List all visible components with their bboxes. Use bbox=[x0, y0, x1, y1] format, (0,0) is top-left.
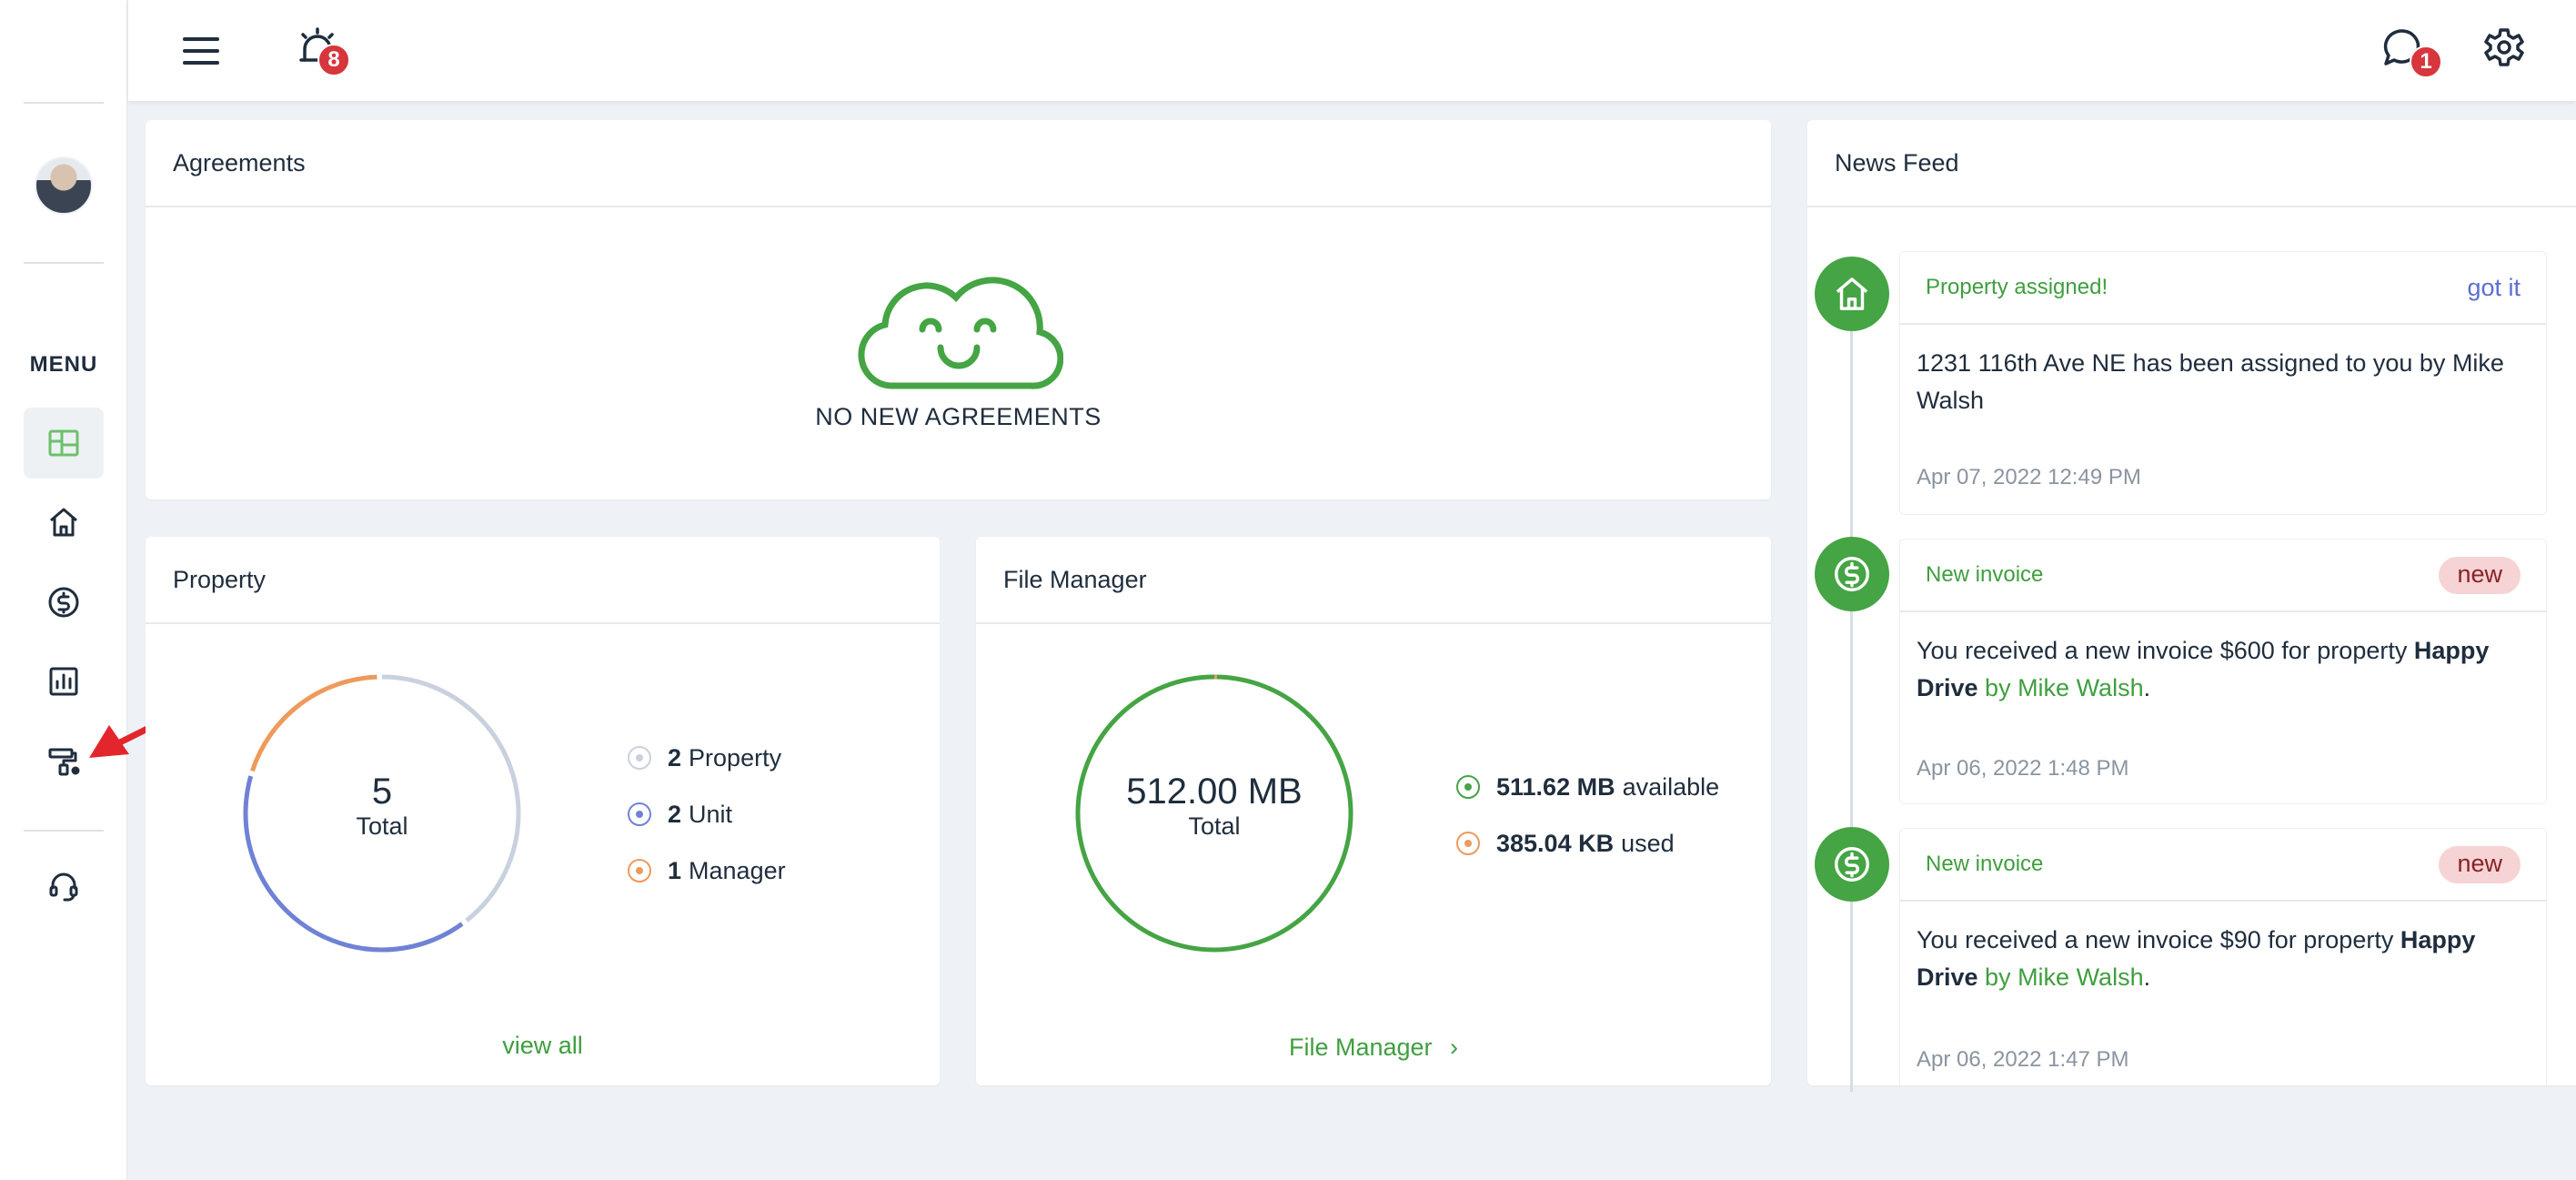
feed-item-icon bbox=[1815, 257, 1889, 331]
dollar-circle-icon bbox=[1835, 847, 1869, 882]
notifications-badge: 8 bbox=[317, 44, 350, 76]
timeline-line bbox=[1850, 300, 1853, 1092]
headset-icon bbox=[49, 872, 78, 902]
feed-item-body: You received a new invoice $600 for prop… bbox=[1917, 637, 2490, 701]
file-manager-card: File Manager 512.00 MB Total 511.62 MB av… bbox=[976, 537, 1771, 1085]
dollar-circle-icon bbox=[48, 587, 79, 618]
new-badge: new bbox=[2439, 845, 2521, 883]
gear-icon bbox=[2484, 28, 2524, 66]
legend-dot-icon bbox=[628, 746, 651, 770]
property-total-value: 5 bbox=[371, 772, 393, 812]
storage-total-label: Total bbox=[1188, 812, 1241, 840]
legend-dot-icon bbox=[1456, 832, 1480, 855]
notifications-button[interactable]: 8 bbox=[290, 20, 350, 76]
bar-chart-icon bbox=[49, 667, 78, 696]
sidebar-item-properties[interactable] bbox=[24, 487, 104, 558]
card-title: Agreements bbox=[146, 120, 1771, 207]
sidebar-divider bbox=[24, 262, 104, 264]
property-legend: 2 Property 2 Unit 1 Manager bbox=[628, 730, 786, 899]
sidebar-item-dashboard[interactable] bbox=[24, 408, 104, 479]
legend-item-manager: 1 Manager bbox=[628, 842, 786, 899]
menu-label: MENU bbox=[29, 352, 98, 377]
legend-item-unit: 2 Unit bbox=[628, 786, 786, 842]
new-badge: new bbox=[2439, 556, 2521, 594]
empty-state-text: NO NEW AGREEMENTS bbox=[815, 403, 1102, 430]
feed-item-title: Property assigned! bbox=[1926, 275, 2108, 299]
view-all-link[interactable]: view all bbox=[146, 1032, 940, 1060]
card-title: News Feed bbox=[1807, 120, 2576, 207]
feed-item: New invoice new You received a new invoi… bbox=[1899, 828, 2547, 1085]
messages-button[interactable]: 1 bbox=[2375, 20, 2442, 78]
sidebar-item-support[interactable] bbox=[24, 851, 104, 922]
legend-item-property: 2 Property bbox=[628, 730, 786, 786]
legend-dot-icon bbox=[628, 859, 651, 882]
card-title: File Manager bbox=[976, 537, 1771, 624]
sidebar: MENU bbox=[0, 0, 127, 1180]
property-total-label: Total bbox=[356, 812, 408, 840]
storage-donut-chart: 512.00 MB Total bbox=[1072, 671, 1356, 955]
got-it-link[interactable]: got it bbox=[2467, 274, 2521, 302]
hamburger-icon bbox=[183, 37, 219, 65]
home-icon bbox=[1836, 277, 1868, 310]
property-donut-chart: 5 Total bbox=[240, 671, 524, 955]
legend-item-available: 511.62 MB available bbox=[1456, 759, 1719, 815]
feed-item-time: Apr 06, 2022 1:47 PM bbox=[1917, 1047, 2129, 1072]
dollar-circle-icon bbox=[1835, 557, 1869, 591]
home-icon bbox=[50, 508, 77, 537]
user-link[interactable]: by Mike Walsh bbox=[1978, 963, 2144, 991]
dashboard-icon bbox=[48, 429, 79, 457]
card-title: Property bbox=[146, 537, 940, 624]
user-link[interactable]: by Mike Walsh bbox=[1978, 674, 2144, 701]
feed-item-body: You received a new invoice $90 for prope… bbox=[1917, 926, 2476, 991]
feed-item: New invoice new You received a new invoi… bbox=[1899, 539, 2547, 804]
legend-item-used: 385.04 KB used bbox=[1456, 815, 1719, 872]
avatar[interactable] bbox=[35, 156, 93, 215]
menu-toggle-button[interactable] bbox=[174, 24, 228, 78]
feed-item-icon bbox=[1815, 537, 1889, 611]
chevron-right-icon: › bbox=[1450, 1034, 1459, 1061]
file-manager-link[interactable]: File Manager › bbox=[976, 1034, 1771, 1062]
feed-item: Property assigned! got it 1231 116th Ave… bbox=[1899, 251, 2547, 515]
feed-item-title: New invoice bbox=[1926, 562, 2044, 587]
paint-roller-icon bbox=[48, 748, 80, 776]
storage-legend: 511.62 MB available 385.04 KB used bbox=[1456, 759, 1719, 872]
feed-item-body: 1231 116th Ave NE has been assigned to y… bbox=[1917, 349, 2504, 414]
legend-dot-icon bbox=[628, 802, 651, 826]
legend-dot-icon bbox=[1456, 775, 1480, 799]
storage-total-value: 512.00 MB bbox=[1126, 772, 1303, 812]
settings-button[interactable] bbox=[2477, 20, 2531, 75]
sidebar-divider bbox=[24, 102, 104, 104]
agreements-card: Agreements NO NEW AGREEMENTS bbox=[146, 120, 1771, 499]
sidebar-item-payments[interactable] bbox=[24, 567, 104, 638]
sidebar-divider bbox=[24, 830, 104, 832]
feed-item-icon bbox=[1815, 827, 1889, 902]
smiling-cloud-icon bbox=[858, 277, 1063, 389]
feed-item-title: New invoice bbox=[1926, 852, 2044, 876]
feed-item-time: Apr 07, 2022 12:49 PM bbox=[1917, 465, 2141, 489]
empty-state: NO NEW AGREEMENTS bbox=[146, 257, 1771, 431]
property-card: Property 5 Total 2 Property 2 Unit 1 Manage… bbox=[146, 537, 940, 1085]
feed-item-time: Apr 06, 2022 1:48 PM bbox=[1917, 756, 2129, 781]
topbar: 8 1 bbox=[128, 0, 2576, 102]
messages-badge: 1 bbox=[2410, 45, 2442, 78]
